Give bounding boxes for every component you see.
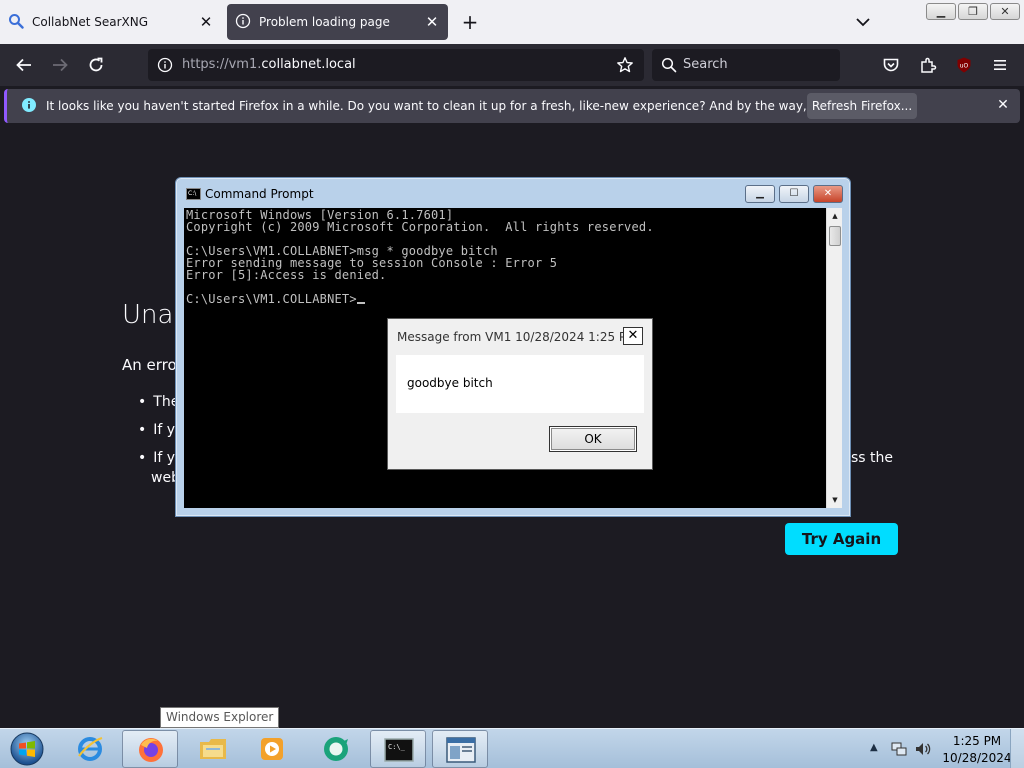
windows-explorer-icon <box>185 730 241 768</box>
restore-button[interactable]: ❐ <box>958 3 988 20</box>
tab-collabnet-searxng[interactable]: CollabNet SearXNG ✕ <box>0 4 222 40</box>
new-tab-plus-icon[interactable]: + <box>458 8 482 36</box>
info-icon[interactable] <box>157 57 173 76</box>
taskbar-firefox[interactable] <box>122 730 178 768</box>
console-line: C:\Users\VM1.COLLABNET> <box>186 293 654 305</box>
notification-bar: It looks like you haven't started Firefo… <box>4 89 1020 123</box>
media-player-icon <box>244 730 300 768</box>
tab-close-icon[interactable]: ✕ <box>198 13 214 31</box>
search-box[interactable]: Search <box>652 49 840 81</box>
clock-date[interactable]: 10/28/2024 <box>940 751 1014 765</box>
chevron-down-icon[interactable] <box>851 10 875 34</box>
vertical-scrollbar[interactable]: ▲ ▼ <box>826 208 842 508</box>
close-icon[interactable]: ✕ <box>623 327 643 345</box>
dialog-body: goodbye bitch <box>396 355 644 413</box>
dialog-title: Message from VM1 10/28/2024 1:25 PM <box>397 330 637 344</box>
search-icon <box>8 13 24 32</box>
console-line: Copyright (c) 2009 Microsoft Corporation… <box>186 220 654 234</box>
notification-text: It looks like you haven't started Firefo… <box>46 99 902 113</box>
error-page-description: An erro <box>122 356 177 374</box>
url-text: https://vm1.collabnet.local <box>182 57 356 72</box>
info-icon <box>235 13 251 32</box>
taskbar-tooltip: Windows Explorer <box>160 707 280 728</box>
forward-arrow-icon[interactable] <box>46 51 74 79</box>
address-bar[interactable]: https://vm1.collabnet.local <box>148 49 644 81</box>
back-arrow-icon[interactable] <box>10 51 38 79</box>
svg-text:uO: uO <box>960 63 969 70</box>
scroll-down-arrow-icon[interactable]: ▼ <box>827 492 843 508</box>
close-icon[interactable]: ✕ <box>994 97 1012 115</box>
scroll-up-arrow-icon[interactable]: ▲ <box>827 208 843 224</box>
reload-icon[interactable] <box>82 51 110 79</box>
url-scheme: https://vm1. <box>182 57 262 72</box>
url-host: collabnet.local <box>261 57 356 72</box>
search-icon <box>661 57 677 76</box>
tab-close-icon[interactable]: ✕ <box>424 13 440 31</box>
command-prompt-titlebar[interactable]: C:\ Command Prompt ▁ ☐ ✕ <box>176 178 850 206</box>
volume-icon[interactable] <box>914 740 932 761</box>
pocket-icon[interactable] <box>877 51 905 79</box>
close-button[interactable]: ✕ <box>813 185 843 203</box>
taskbar-command-prompt[interactable]: C:\_ <box>370 730 426 768</box>
error-bullet-1: The <box>138 394 179 410</box>
dialog-titlebar[interactable]: Message from VM1 10/28/2024 1:25 PM ✕ <box>388 319 652 353</box>
show-hidden-icons-arrow-icon[interactable]: ▲ <box>870 742 878 753</box>
maximize-button[interactable]: ☐ <box>779 185 809 203</box>
message-dialog: Message from VM1 10/28/2024 1:25 PM ✕ go… <box>387 318 653 470</box>
ok-button[interactable]: OK <box>549 426 637 452</box>
console-line: Error [5]:Access is denied. <box>186 268 387 282</box>
search-placeholder: Search <box>683 57 728 72</box>
tab-title: Problem loading page <box>259 15 390 29</box>
window-app-icon <box>433 731 489 768</box>
dialog-message: goodbye bitch <box>407 376 493 390</box>
window-title: Command Prompt <box>205 187 314 201</box>
taskbar-media-player[interactable] <box>244 730 300 768</box>
svg-text:C:\_: C:\_ <box>388 743 406 751</box>
bookmark-star-icon[interactable] <box>616 56 634 77</box>
command-prompt-icon: C:\_ <box>371 731 427 768</box>
firefox-icon <box>123 731 179 768</box>
minimize-button[interactable]: ▁ <box>926 3 956 20</box>
chat-app-icon <box>308 730 364 768</box>
taskbar-chat-app[interactable] <box>308 730 364 768</box>
try-again-button[interactable]: Try Again <box>785 523 898 555</box>
extensions-puzzle-icon[interactable] <box>914 51 942 79</box>
network-icon[interactable] <box>890 740 908 761</box>
system-tray: ▲ 1:25 PM 10/28/2024 <box>868 729 1024 768</box>
tab-problem-loading-page[interactable]: Problem loading page ✕ <box>227 4 448 40</box>
taskbar-window-app[interactable] <box>432 730 488 768</box>
tab-title: CollabNet SearXNG <box>32 15 149 29</box>
taskbar-internet-explorer[interactable] <box>62 730 118 768</box>
command-prompt-icon: C:\ <box>186 188 201 200</box>
hamburger-menu-icon[interactable] <box>986 51 1014 79</box>
scrollbar-thumb[interactable] <box>829 226 841 246</box>
clock-time[interactable]: 1:25 PM <box>942 734 1012 748</box>
minimize-button[interactable]: ▁ <box>745 185 775 203</box>
text-cursor <box>356 302 365 304</box>
console-lines: Microsoft Windows [Version 6.1.7601] Copy… <box>186 209 654 305</box>
tab-strip: CollabNet SearXNG ✕ Problem loading page… <box>0 0 1024 44</box>
info-icon <box>21 97 37 116</box>
show-desktop-button[interactable] <box>1010 729 1024 768</box>
internet-explorer-icon <box>62 730 118 768</box>
taskbar-windows-explorer[interactable] <box>185 730 241 768</box>
close-window-button[interactable]: ✕ <box>990 3 1020 20</box>
refresh-firefox-button[interactable]: Refresh Firefox... <box>807 93 917 119</box>
taskbar: C:\_ ▲ 1:25 PM 10/28/2024 <box>0 728 1024 768</box>
ublock-origin-icon[interactable]: uO <box>950 51 978 79</box>
start-button[interactable] <box>7 731 47 767</box>
error-bullet-3-tail: ss the <box>851 450 894 466</box>
